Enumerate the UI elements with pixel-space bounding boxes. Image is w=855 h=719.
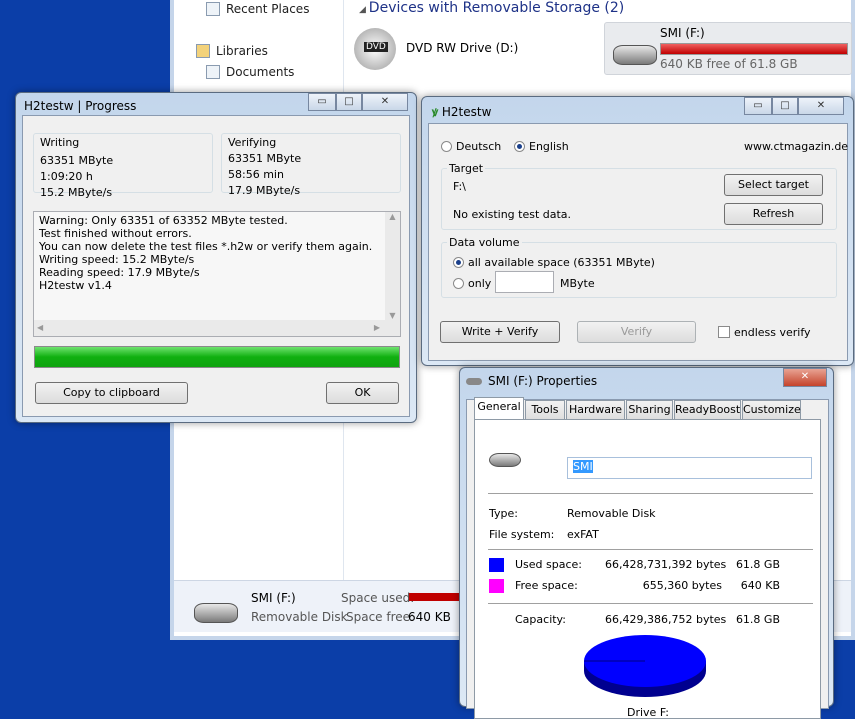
documents-icon <box>206 65 220 79</box>
volume-name-input[interactable]: SMI <box>567 457 812 479</box>
endless-verify-checkbox[interactable]: endless verify <box>718 326 811 339</box>
maximize-button[interactable]: □ <box>336 93 362 111</box>
device-dvd[interactable]: DVD DVD RW Drive (D:) <box>354 28 594 73</box>
general-panel: SMI Type: Removable Disk File system: ex… <box>474 419 821 719</box>
close-button[interactable]: ✕ <box>783 368 827 387</box>
nav-libraries[interactable]: Libraries <box>196 44 268 58</box>
tab-general[interactable]: General <box>474 397 524 419</box>
tab-customize[interactable]: Customize <box>742 400 801 419</box>
close-button[interactable]: ✕ <box>362 93 408 111</box>
verify-button[interactable]: Verify <box>577 321 696 343</box>
website-link[interactable]: www.ctmagazin.de <box>744 140 848 153</box>
radio-english[interactable]: English <box>514 140 569 153</box>
nav-documents[interactable]: Documents <box>206 65 294 79</box>
libraries-icon <box>196 44 210 58</box>
dvd-drive-icon: DVD <box>354 28 396 70</box>
tab-hardware[interactable]: Hardware <box>566 400 625 419</box>
ok-button[interactable]: OK <box>326 382 399 404</box>
log-textbox[interactable]: Warning: Only 63351 of 63352 MByte teste… <box>33 211 401 337</box>
window-title: H2testw | Progress <box>24 99 137 113</box>
horizontal-scrollbar[interactable]: ◀ ▶ <box>34 320 400 336</box>
close-button[interactable]: ✕ <box>798 97 844 115</box>
nav-recent-places[interactable]: Recent Places <box>206 2 309 16</box>
usb-drive-icon <box>194 603 238 623</box>
usb-drive-icon <box>613 45 657 65</box>
progress-bar-fill <box>35 347 399 367</box>
write-verify-button[interactable]: Write + Verify <box>440 321 560 343</box>
radio-deutsch[interactable]: Deutsch <box>441 140 501 153</box>
tab-sharing[interactable]: Sharing <box>626 400 673 419</box>
usage-pie-chart <box>584 635 706 697</box>
radio-all-space[interactable]: all available space (63351 MByte) <box>453 256 655 269</box>
usb-drive-icon <box>489 453 521 467</box>
recent-places-icon <box>206 2 220 16</box>
minimize-button[interactable]: ▭ <box>308 93 336 111</box>
select-target-button[interactable]: Select target <box>724 174 823 196</box>
device-smi[interactable]: SMI (F:) 640 KB free of 61.8 GB <box>604 22 852 75</box>
used-space-color-swatch <box>489 558 504 572</box>
maximize-button[interactable]: □ <box>772 97 798 115</box>
h2testw-logo-icon: ꝟ <box>432 105 439 119</box>
radio-only[interactable]: only <box>453 277 491 290</box>
h2testw-window: ꝟ H2testw ▭ □ ✕ Deutsch English www.ctma… <box>421 96 854 366</box>
capacity-bar <box>660 43 848 55</box>
window-title: SMI (F:) Properties <box>488 374 598 388</box>
tab-readyboost[interactable]: ReadyBoost <box>674 400 741 419</box>
group-header[interactable]: ◢ Devices with Removable Storage (2) <box>359 0 624 16</box>
free-space-color-swatch <box>489 579 504 593</box>
refresh-button[interactable]: Refresh <box>724 203 823 225</box>
minimize-button[interactable]: ▭ <box>744 97 772 115</box>
properties-window: SMI (F:) Properties ✕ General Tools Hard… <box>459 367 834 719</box>
only-mbyte-input[interactable] <box>495 271 554 293</box>
window-title: ꝟ H2testw <box>432 105 492 119</box>
drive-icon <box>466 378 482 385</box>
progress-window: H2testw | Progress ▭ □ ✕ Writing 63351 M… <box>15 92 417 423</box>
copy-to-clipboard-button[interactable]: Copy to clipboard <box>35 382 188 404</box>
tab-tools[interactable]: Tools <box>525 400 565 419</box>
progress-bar <box>34 346 400 368</box>
vertical-scrollbar[interactable]: ▲ ▼ <box>385 212 400 320</box>
